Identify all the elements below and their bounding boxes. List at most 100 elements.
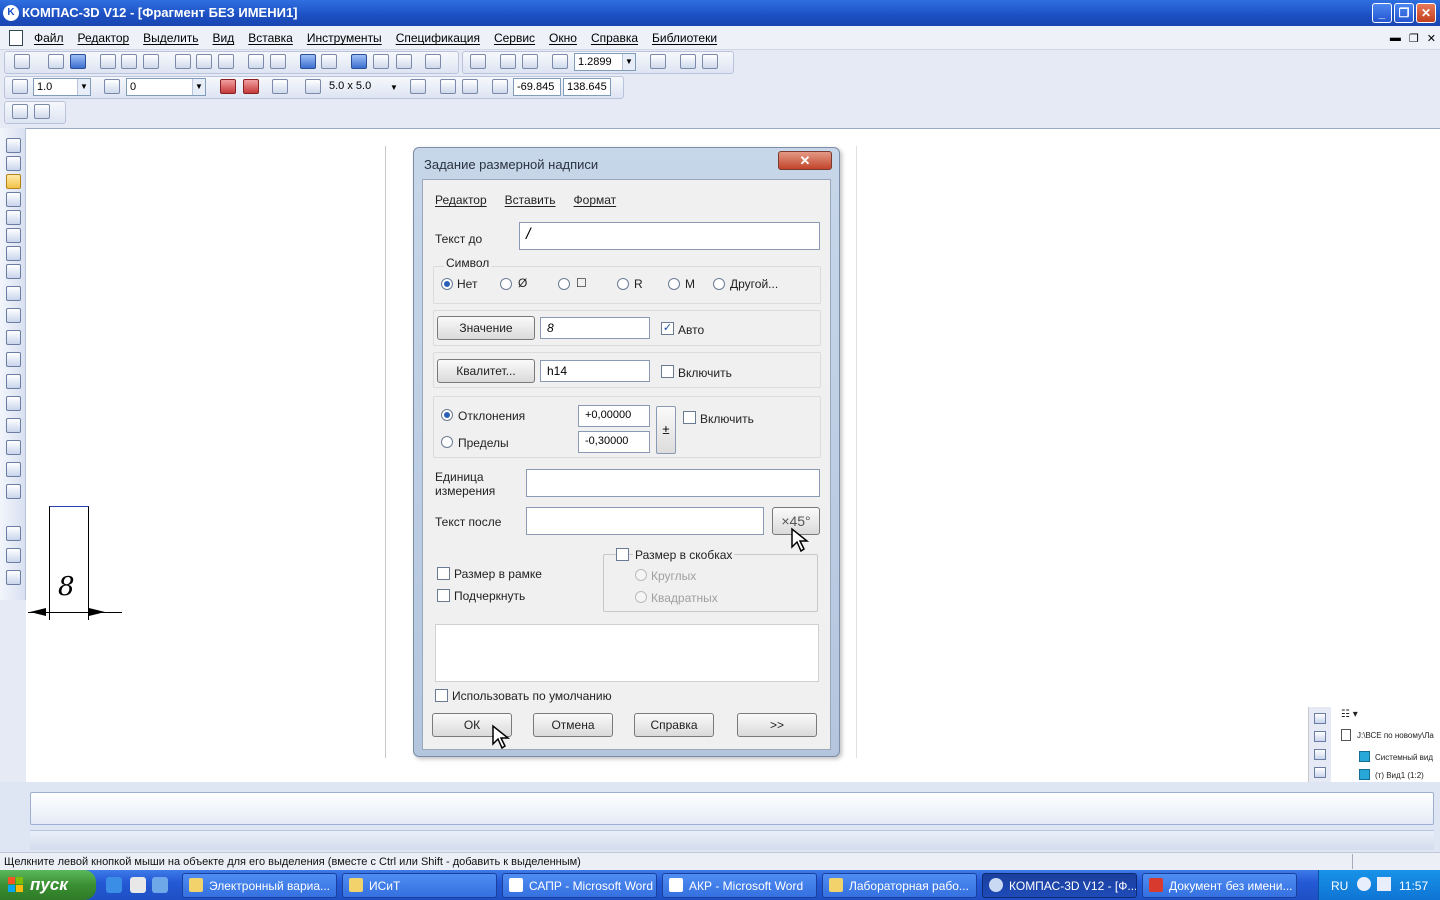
house-icon[interactable]: [34, 104, 50, 119]
text-after-input[interactable]: [526, 507, 764, 535]
menu-window[interactable]: Окно: [549, 31, 577, 45]
menu-specification[interactable]: Спецификация: [396, 31, 480, 45]
dimensions-icon[interactable]: [6, 174, 21, 189]
minimize-button[interactable]: _: [1372, 3, 1392, 23]
quality-include-checkbox[interactable]: [661, 365, 674, 378]
value-button[interactable]: Значение: [437, 316, 535, 340]
framed-checkbox[interactable]: [437, 567, 450, 580]
tree-tool-icon[interactable]: [1314, 767, 1326, 778]
designations-icon[interactable]: [6, 192, 21, 207]
task-button[interactable]: Документ без имени...: [1142, 873, 1297, 898]
tolerance-icon[interactable]: [6, 418, 21, 433]
new-icon[interactable]: [14, 54, 30, 69]
manager-icon[interactable]: [351, 54, 367, 69]
symbol-other-radio[interactable]: [713, 278, 725, 290]
ie-icon[interactable]: [106, 877, 122, 893]
axes-icon[interactable]: [410, 79, 426, 94]
menu-insert[interactable]: Вставка: [248, 31, 293, 45]
deviation-radio[interactable]: [441, 409, 453, 421]
dialog-menu-insert[interactable]: Вставить: [505, 193, 556, 207]
style-combo[interactable]: 1.0 ▼: [33, 78, 91, 96]
refresh-icon[interactable]: [702, 54, 718, 69]
dev-lower-input[interactable]: -0,30000: [578, 431, 650, 453]
cut-icon[interactable]: [175, 54, 191, 69]
zoom-out-icon[interactable]: [522, 54, 538, 69]
menu-select[interactable]: Выделить: [143, 31, 198, 45]
tree-tool-icon[interactable]: [1314, 713, 1326, 724]
properties-icon[interactable]: [143, 54, 159, 69]
more-button[interactable]: >>: [737, 713, 817, 737]
auto-checkbox[interactable]: ✓: [661, 322, 674, 335]
coord-x-field[interactable]: -69.845: [513, 78, 561, 96]
language-indicator[interactable]: RU: [1331, 879, 1348, 893]
dialog-menu-editor[interactable]: Редактор: [435, 193, 487, 207]
menu-help[interactable]: Справка: [591, 31, 638, 45]
grid-icon[interactable]: [305, 79, 321, 94]
paste-icon[interactable]: [218, 54, 234, 69]
measure-icon[interactable]: [6, 228, 21, 243]
parametrization-icon[interactable]: [6, 210, 21, 225]
text-icon[interactable]: [6, 286, 21, 301]
task-button-active[interactable]: КОМПАС-3D V12 - [Ф...: [982, 873, 1137, 898]
save-icon[interactable]: [70, 54, 86, 69]
dialog-menu-format[interactable]: Формат: [574, 193, 617, 207]
task-button[interactable]: Лабораторная рабо...: [822, 873, 977, 898]
variables-icon[interactable]: [396, 54, 412, 69]
task-button[interactable]: Электронный вариа...: [182, 873, 337, 898]
base-icon[interactable]: [6, 352, 21, 367]
menu-file[interactable]: Файл: [34, 31, 64, 45]
cancel-button[interactable]: Отмена: [533, 713, 613, 737]
menu-view[interactable]: Вид: [213, 31, 235, 45]
use-default-checkbox[interactable]: [435, 689, 448, 702]
symbol-metric-radio[interactable]: [668, 278, 680, 290]
dimension-text[interactable]: 8: [58, 572, 75, 602]
layer-combo[interactable]: 0 ▼: [126, 78, 206, 96]
dialog-close-button[interactable]: ✕: [778, 151, 832, 170]
mdi-close-icon[interactable]: ✕: [1427, 32, 1436, 45]
square-brackets-radio[interactable]: [635, 591, 647, 603]
task-button[interactable]: АКР - Microsoft Word: [662, 873, 817, 898]
local-cs-icon[interactable]: [12, 79, 28, 94]
print-preview-icon[interactable]: [121, 54, 137, 69]
media-player-icon[interactable]: [130, 877, 146, 893]
menu-editor[interactable]: Редактор: [78, 31, 130, 45]
tree-tool-icon[interactable]: [1314, 731, 1326, 742]
tray-arrow-icon[interactable]: [1357, 877, 1371, 891]
menu-service[interactable]: Сервис: [494, 31, 535, 45]
geometry-icon[interactable]: [6, 138, 21, 153]
zoom-in-icon[interactable]: [500, 54, 516, 69]
pan-icon[interactable]: [650, 54, 666, 69]
chevron-down-icon[interactable]: ▼: [77, 79, 90, 95]
menu-tools[interactable]: Инструменты: [307, 31, 382, 45]
lightning-icon[interactable]: [6, 526, 21, 541]
zoom-combo[interactable]: 1.2899 ▼: [574, 53, 636, 71]
chevron-down-icon[interactable]: ▼: [390, 83, 398, 92]
spec-icon[interactable]: [6, 264, 21, 279]
task-button[interactable]: ИСиТ: [342, 873, 497, 898]
selection-icon[interactable]: [6, 246, 21, 261]
units-input[interactable]: [526, 469, 820, 497]
round-brackets-radio[interactable]: [635, 569, 647, 581]
help-pointer-icon[interactable]: [425, 54, 441, 69]
leader-icon[interactable]: [6, 374, 21, 389]
chevron-down-icon[interactable]: ▼: [622, 54, 635, 70]
section-icon[interactable]: [6, 440, 21, 455]
quality-input[interactable]: h14: [540, 360, 650, 382]
library-icon[interactable]: [373, 54, 389, 69]
symbol-none-radio[interactable]: [441, 278, 453, 290]
value-input[interactable]: 8: [540, 317, 650, 339]
start-button[interactable]: пуск: [0, 870, 96, 900]
format-brush-icon[interactable]: [248, 54, 264, 69]
edit-icon[interactable]: [6, 156, 21, 171]
view-arrow-icon[interactable]: [6, 462, 21, 477]
redo-icon[interactable]: [321, 54, 337, 69]
symbol-square-radio[interactable]: [558, 278, 570, 290]
menu-libraries[interactable]: Библиотеки: [652, 31, 717, 45]
copy-icon[interactable]: [196, 54, 212, 69]
fragment-geometry[interactable]: [49, 506, 89, 620]
task-button[interactable]: САПР - Microsoft Word: [502, 873, 657, 898]
tree-view-icon[interactable]: ☷ ▾: [1341, 709, 1358, 720]
zoom-scale-icon[interactable]: [552, 54, 568, 69]
layers-icon[interactable]: [104, 79, 120, 94]
undo-icon[interactable]: [300, 54, 316, 69]
